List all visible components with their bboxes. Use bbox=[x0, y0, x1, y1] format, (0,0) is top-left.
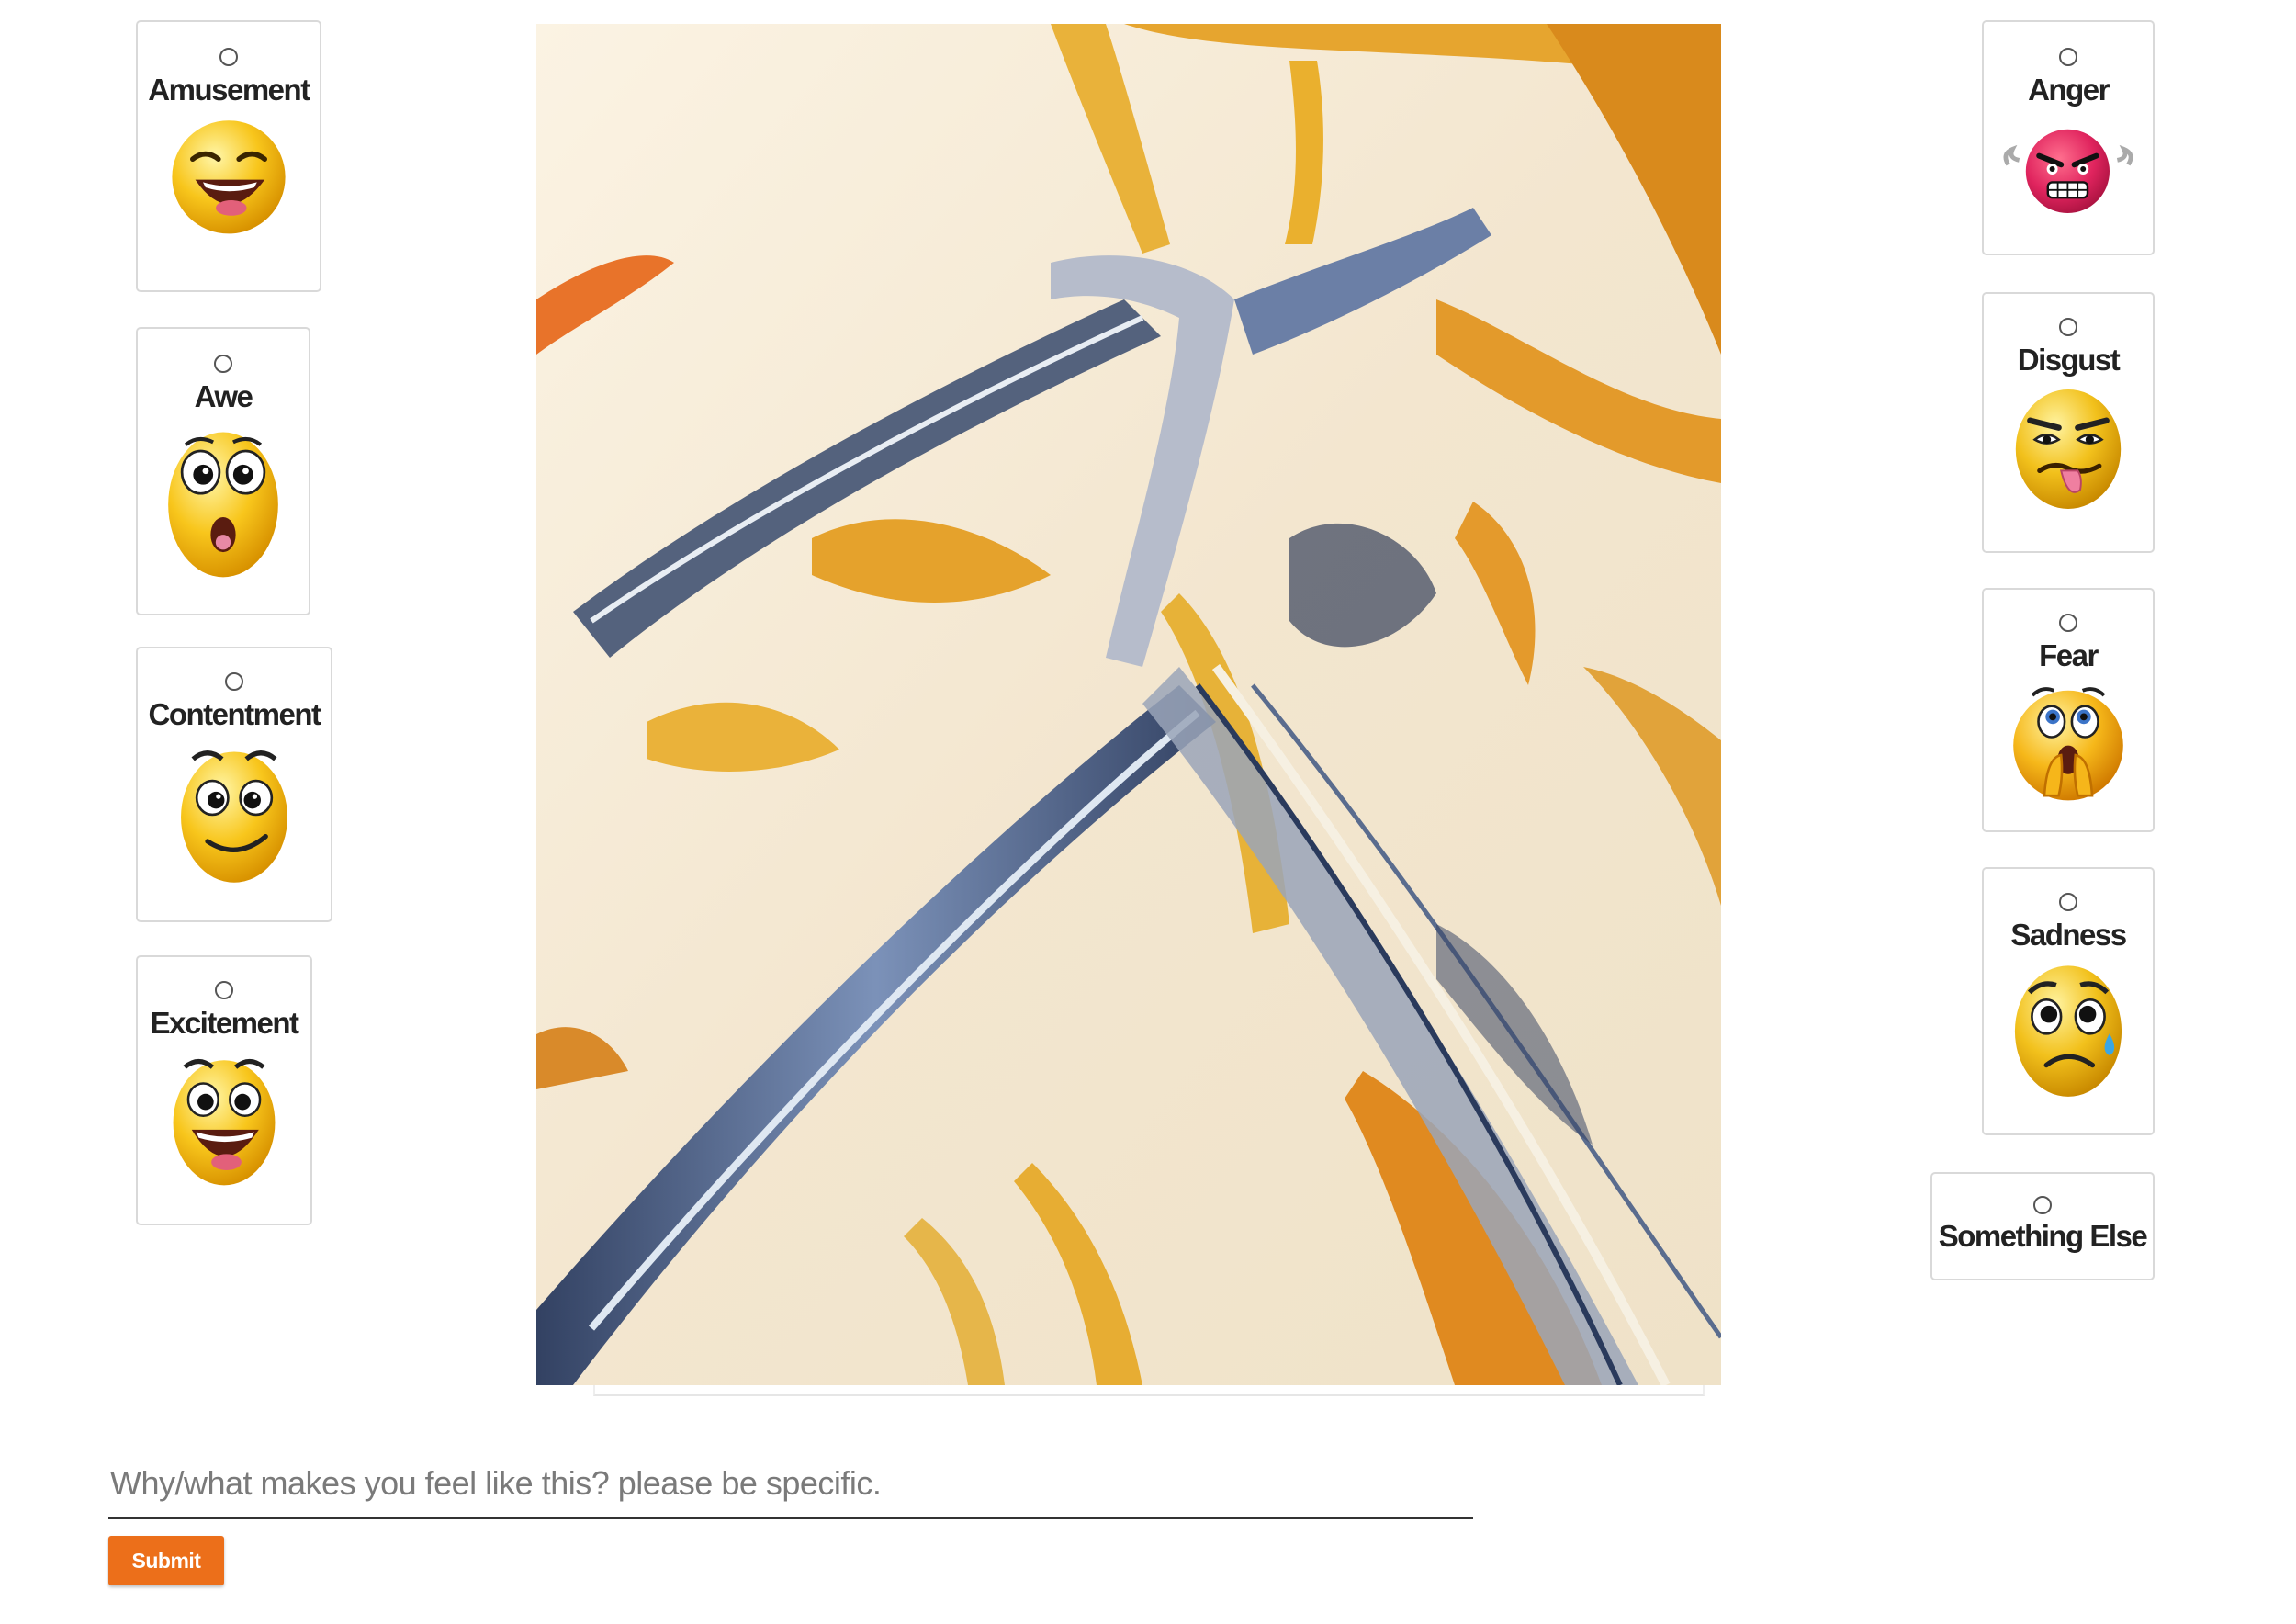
sad-emoji-icon bbox=[2014, 965, 2122, 1097]
disgust-radio[interactable] bbox=[2059, 318, 2077, 336]
contentment-label: Contentment bbox=[148, 697, 321, 731]
excitement-emoji-icon bbox=[173, 1059, 276, 1186]
emotion-option-something-else[interactable]: Something Else bbox=[1930, 1172, 2155, 1280]
laughing-emoji-icon bbox=[172, 120, 286, 234]
sadness-label: Sadness bbox=[2010, 918, 2127, 952]
contentment-emoji-icon bbox=[181, 750, 287, 883]
contentment-radio[interactable] bbox=[225, 672, 243, 691]
emotion-option-fear[interactable]: Fear bbox=[1982, 588, 2155, 832]
emotion-option-disgust[interactable]: Disgust bbox=[1982, 292, 2155, 553]
something-else-radio[interactable] bbox=[2033, 1196, 2052, 1214]
fear-radio[interactable] bbox=[2059, 614, 2077, 632]
angry-emoji-icon bbox=[2003, 129, 2133, 213]
emotion-option-anger[interactable]: Anger bbox=[1982, 20, 2155, 255]
fear-emoji-icon bbox=[2013, 687, 2123, 801]
emotion-option-excitement[interactable]: Excitement bbox=[136, 955, 312, 1225]
emotion-option-amusement[interactable]: Amusement bbox=[136, 20, 321, 292]
awe-radio[interactable] bbox=[214, 355, 232, 373]
emotion-option-awe[interactable]: Awe bbox=[136, 327, 310, 615]
emotion-option-sadness[interactable]: Sadness bbox=[1982, 867, 2155, 1135]
awe-emoji-icon bbox=[168, 432, 278, 578]
disgust-emoji-icon bbox=[2015, 389, 2122, 509]
excitement-label: Excitement bbox=[150, 1006, 299, 1040]
disgust-label: Disgust bbox=[2017, 343, 2121, 377]
anger-radio[interactable] bbox=[2059, 48, 2077, 66]
fear-label: Fear bbox=[2039, 638, 2099, 672]
artwork-image bbox=[536, 24, 1721, 1385]
awe-label: Awe bbox=[194, 379, 253, 413]
emotion-option-contentment[interactable]: Contentment bbox=[136, 647, 332, 922]
amusement-label: Amusement bbox=[148, 73, 310, 107]
explanation-input[interactable] bbox=[108, 1449, 1473, 1519]
submit-button[interactable]: Submit bbox=[108, 1536, 224, 1585]
abstract-painting bbox=[536, 24, 1721, 1385]
amusement-radio[interactable] bbox=[219, 48, 238, 66]
sadness-radio[interactable] bbox=[2059, 893, 2077, 911]
excitement-radio[interactable] bbox=[215, 981, 233, 999]
something-else-label: Something Else bbox=[1938, 1219, 2148, 1253]
anger-label: Anger bbox=[2028, 73, 2110, 107]
